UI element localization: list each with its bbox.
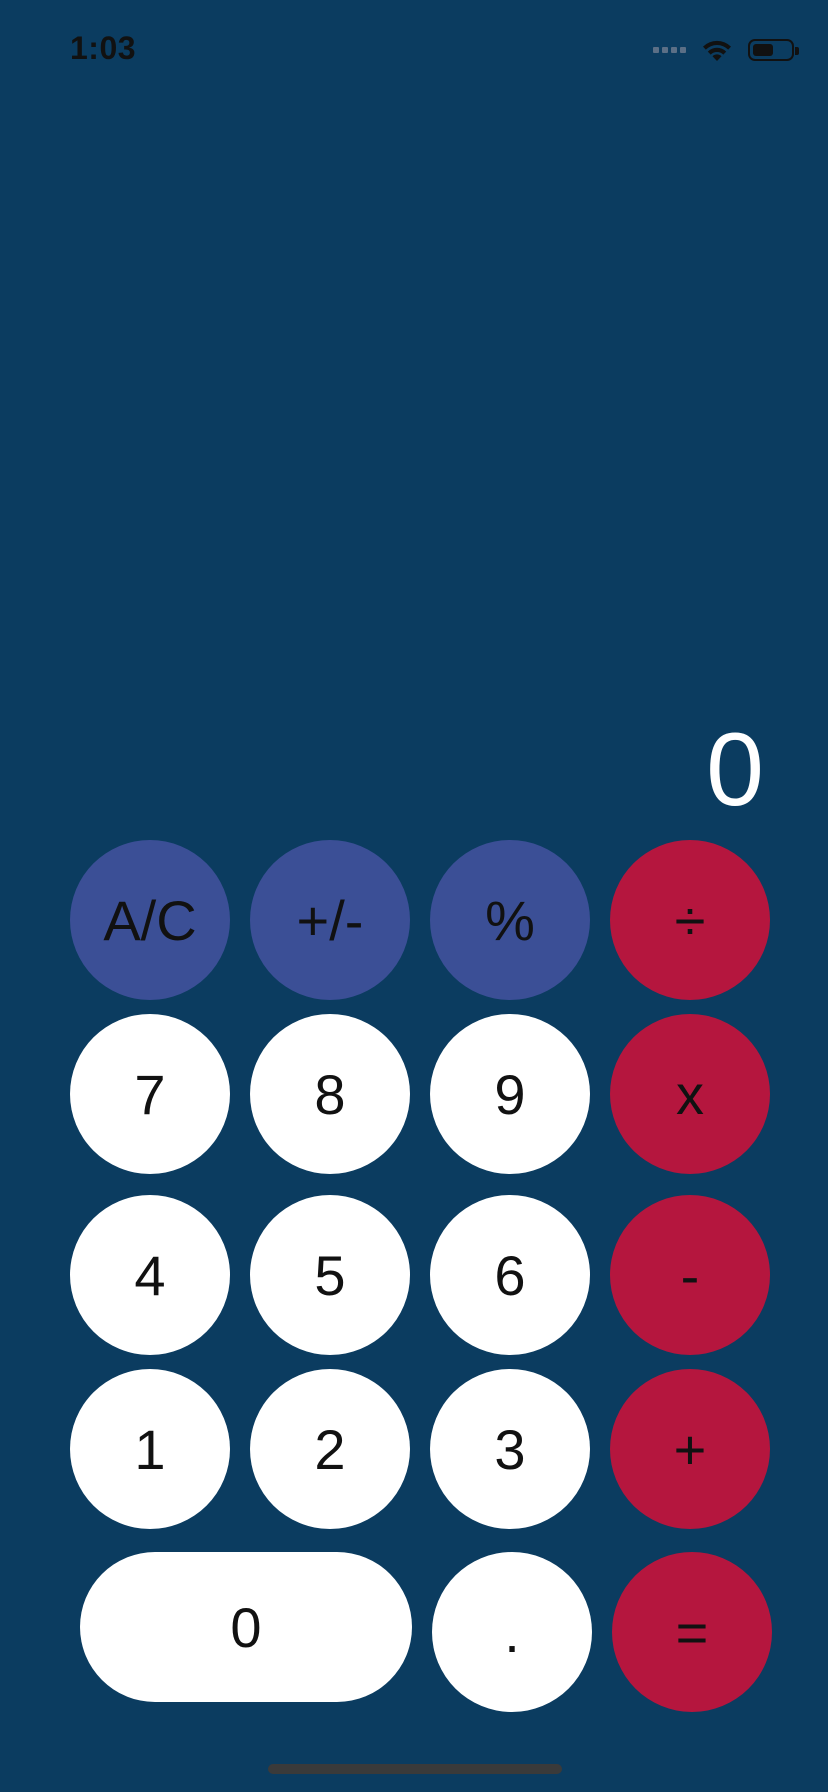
status-indicators: [650, 36, 799, 64]
battery-icon: [748, 39, 799, 61]
digit-9-button[interactable]: 9: [430, 1014, 590, 1174]
cellular-signal-icon: [650, 47, 686, 53]
digit-8-button[interactable]: 8: [250, 1014, 410, 1174]
digit-7-button[interactable]: 7: [70, 1014, 230, 1174]
divide-button[interactable]: ÷: [610, 840, 770, 1000]
digit-5-button[interactable]: 5: [250, 1195, 410, 1355]
equals-button[interactable]: =: [612, 1552, 772, 1712]
digit-2-button[interactable]: 2: [250, 1369, 410, 1529]
digit-4-button[interactable]: 4: [70, 1195, 230, 1355]
minus-button[interactable]: -: [610, 1195, 770, 1355]
home-indicator[interactable]: [268, 1764, 562, 1774]
decimal-button[interactable]: .: [432, 1552, 592, 1712]
status-bar: 1:03: [0, 0, 828, 100]
digit-6-button[interactable]: 6: [430, 1195, 590, 1355]
clear-button[interactable]: A/C: [70, 840, 230, 1000]
plus-minus-button[interactable]: +/-: [250, 840, 410, 1000]
multiply-button[interactable]: x: [610, 1014, 770, 1174]
digit-1-button[interactable]: 1: [70, 1369, 230, 1529]
digit-3-button[interactable]: 3: [430, 1369, 590, 1529]
calculator-display: 0: [706, 712, 764, 828]
digit-0-button[interactable]: 0: [80, 1552, 412, 1702]
plus-button[interactable]: +: [610, 1369, 770, 1529]
status-time: 1:03: [70, 30, 137, 66]
percent-button[interactable]: %: [430, 840, 590, 1000]
wifi-icon: [703, 40, 731, 61]
